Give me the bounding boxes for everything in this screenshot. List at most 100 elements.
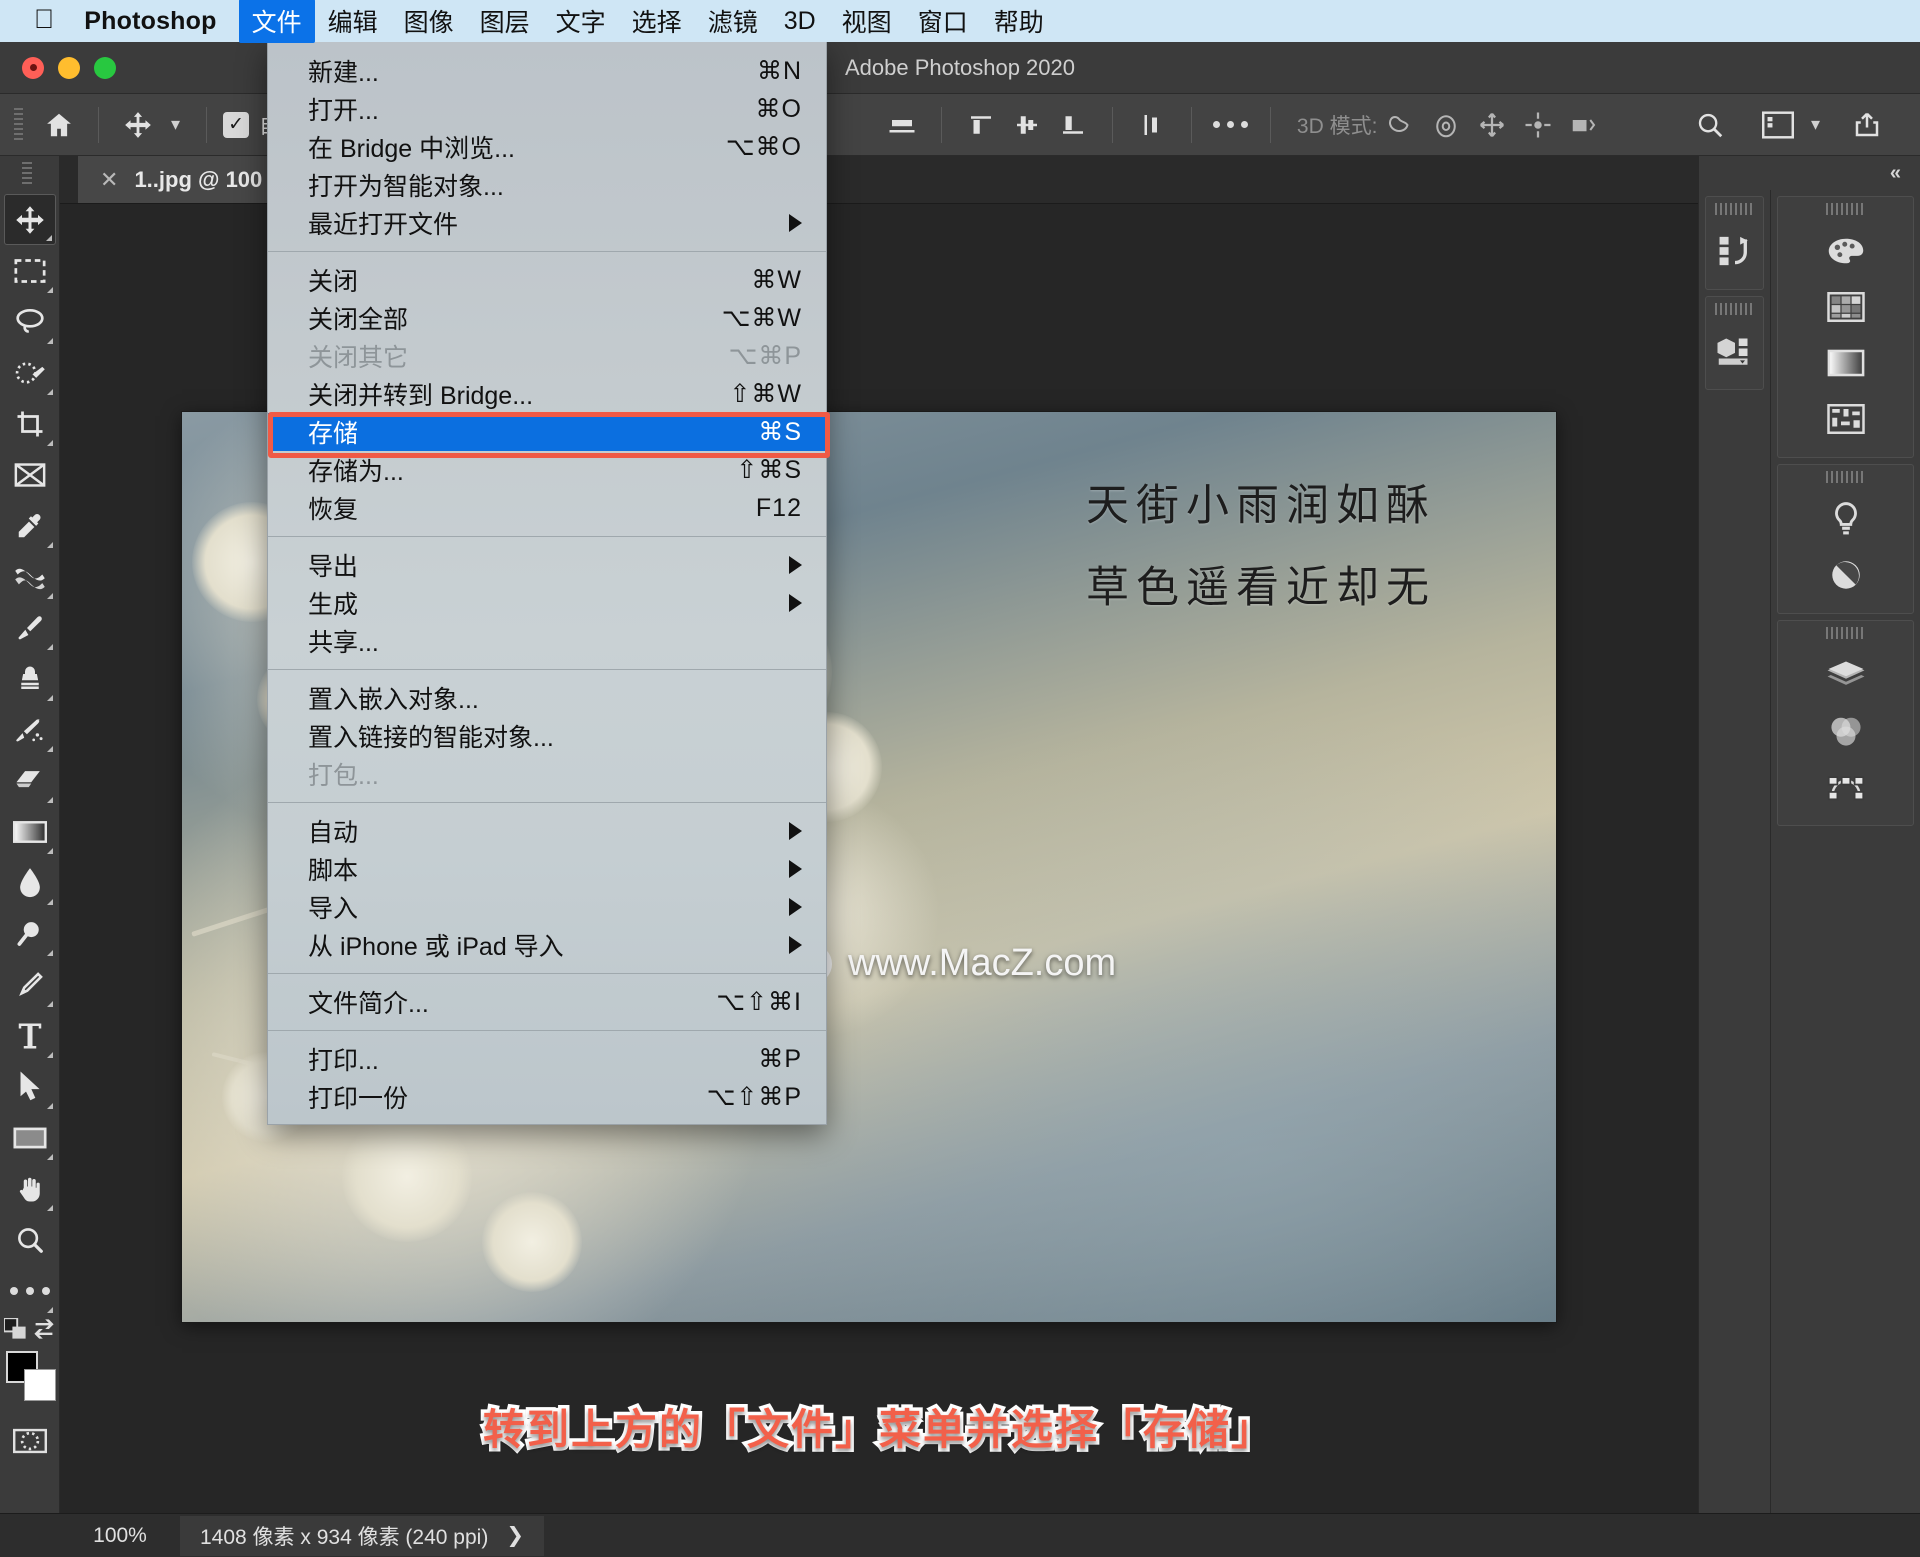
pen-tool[interactable] — [4, 959, 56, 1010]
ellipsis-icon[interactable] — [1208, 102, 1254, 148]
menu-item-close-all[interactable]: 关闭全部 ⌥⌘W — [268, 299, 826, 337]
collapse-panels-icon[interactable]: « — [1699, 156, 1920, 190]
paths-icon[interactable] — [1818, 759, 1874, 815]
menu-item-import[interactable]: 导入 — [268, 888, 826, 926]
panel-grip[interactable] — [1714, 203, 1755, 215]
quick-mask-icon[interactable] — [4, 1415, 56, 1466]
3d-pan-icon[interactable] — [1469, 102, 1515, 148]
menu-item-select[interactable]: 选择 — [619, 0, 695, 43]
color-swatches[interactable] — [4, 1349, 56, 1407]
history-brush-tool[interactable] — [4, 704, 56, 755]
layers-icon[interactable] — [1818, 647, 1874, 703]
menu-item-revert[interactable]: 恢复 F12 — [268, 489, 826, 527]
3d-rotate-icon[interactable] — [1377, 102, 1423, 148]
quick-selection-tool[interactable] — [4, 347, 56, 398]
app-name-label[interactable]: Photoshop — [84, 7, 216, 36]
home-icon[interactable] — [36, 102, 82, 148]
move-tool[interactable] — [3, 194, 56, 245]
distribute-horizontal-icon[interactable] — [1129, 102, 1175, 148]
menu-item-place-linked[interactable]: 置入链接的智能对象... — [268, 717, 826, 755]
align-vertical-centers-icon[interactable] — [1004, 102, 1050, 148]
menu-item-close[interactable]: 关闭 ⌘W — [268, 261, 826, 299]
file-menu-dropdown[interactable]: 新建... ⌘N 打开... ⌘O 在 Bridge 中浏览... ⌥⌘O 打开为智能… — [267, 42, 830, 1125]
3d-roll-icon[interactable] — [1423, 102, 1469, 148]
menu-item-filter[interactable]: 滤镜 — [695, 0, 771, 43]
dodge-tool[interactable] — [4, 908, 56, 959]
gradients-icon[interactable] — [1818, 335, 1874, 391]
color-palette-icon[interactable] — [1818, 223, 1874, 279]
panel-grip[interactable] — [1714, 303, 1755, 315]
history-icon[interactable] — [1707, 223, 1763, 279]
default-colors-icon[interactable] — [2, 1317, 28, 1345]
styles-icon[interactable] — [1818, 547, 1874, 603]
menu-item-image[interactable]: 图像 — [391, 0, 467, 43]
background-color-swatch[interactable] — [23, 1369, 56, 1401]
align-top-edges-icon[interactable] — [958, 102, 1004, 148]
chevron-down-icon[interactable]: ▾ — [161, 114, 190, 135]
rectangle-tool[interactable] — [4, 1112, 56, 1163]
type-tool[interactable] — [4, 1010, 56, 1061]
blur-tool[interactable] — [4, 857, 56, 908]
chevron-right-icon[interactable]: ❯ — [506, 1523, 524, 1548]
eyedropper-tool[interactable] — [4, 500, 56, 551]
brush-tool[interactable] — [4, 602, 56, 653]
menu-item-open[interactable]: 打开... ⌘O — [268, 90, 826, 128]
menu-item-3d[interactable]: 3D — [771, 3, 829, 40]
document-tab[interactable]: ✕ 1..jpg @ 100 — [78, 156, 286, 203]
workspace-icon[interactable] — [1755, 102, 1801, 148]
panel-grip[interactable] — [1825, 203, 1866, 215]
zoom-level[interactable]: 100% — [60, 1524, 180, 1548]
menu-item-type[interactable]: 文字 — [543, 0, 619, 43]
menu-item-view[interactable]: 视图 — [829, 0, 905, 43]
chevron-down-icon[interactable]: ▾ — [1801, 114, 1830, 135]
crop-tool[interactable] — [4, 398, 56, 449]
apple-logo-icon[interactable]:  — [34, 5, 54, 33]
options-bar-grip[interactable] — [12, 107, 26, 142]
menu-item-save[interactable]: 存储 ⌘S — [268, 413, 826, 451]
menu-item-place-embedded[interactable]: 置入嵌入对象... — [268, 679, 826, 717]
eraser-tool[interactable] — [4, 755, 56, 806]
close-icon[interactable]: ✕ — [100, 167, 118, 193]
3d-slide-icon[interactable] — [1515, 102, 1561, 148]
menu-item-edit[interactable]: 编辑 — [315, 0, 391, 43]
swap-colors-icon[interactable] — [32, 1318, 56, 1345]
menu-item-scripts[interactable]: 脚本 — [268, 850, 826, 888]
menu-item-new[interactable]: 新建... ⌘N — [268, 52, 826, 90]
patterns-icon[interactable] — [1818, 391, 1874, 447]
adjustments-icon[interactable] — [1818, 491, 1874, 547]
clone-stamp-tool[interactable] — [4, 653, 56, 704]
menu-item-save-as[interactable]: 存储为... ⇧⌘S — [268, 451, 826, 489]
path-selection-tool[interactable] — [4, 1061, 56, 1112]
3d-icon[interactable] — [1707, 323, 1763, 379]
menu-item-close-and-go-to-bridge[interactable]: 关闭并转到 Bridge... ⇧⌘W — [268, 375, 826, 413]
panel-grip[interactable] — [1825, 627, 1866, 639]
menu-item-import-from-iphone-or-ipad[interactable]: 从 iPhone 或 iPad 导入 — [268, 926, 826, 964]
panel-grip[interactable] — [1825, 471, 1866, 483]
edit-toolbar-button[interactable] — [4, 1265, 56, 1316]
menu-item-help[interactable]: 帮助 — [981, 0, 1057, 43]
frame-tool[interactable] — [4, 449, 56, 500]
menu-item-window[interactable]: 窗口 — [905, 0, 981, 43]
gradient-tool[interactable] — [4, 806, 56, 857]
menu-item-open-recent[interactable]: 最近打开文件 — [268, 204, 826, 242]
zoom-tool[interactable] — [4, 1214, 56, 1265]
lasso-tool[interactable] — [4, 296, 56, 347]
menu-item-export[interactable]: 导出 — [268, 546, 826, 584]
channels-icon[interactable] — [1818, 703, 1874, 759]
menu-item-automate[interactable]: 自动 — [268, 812, 826, 850]
menu-item-open-as-smart-object[interactable]: 打开为智能对象... — [268, 166, 826, 204]
menu-item-browse-in-bridge[interactable]: 在 Bridge 中浏览... ⌥⌘O — [268, 128, 826, 166]
tools-panel-grip[interactable] — [21, 162, 38, 186]
menu-item-share[interactable]: 共享... — [268, 622, 826, 660]
menu-item-generate[interactable]: 生成 — [268, 584, 826, 622]
auto-select-checkbox[interactable]: ✓ — [223, 111, 250, 138]
document-dimensions[interactable]: 1408 像素 x 934 像素 (240 ppi) ❯ — [180, 1515, 544, 1556]
align-bottom-icon[interactable] — [1050, 102, 1096, 148]
share-icon[interactable] — [1844, 102, 1890, 148]
healing-brush-tool[interactable] — [4, 551, 56, 602]
3d-camera-icon[interactable] — [1561, 102, 1607, 148]
menu-item-layer[interactable]: 图层 — [467, 0, 543, 43]
search-icon[interactable] — [1687, 102, 1733, 148]
marquee-tool[interactable] — [4, 245, 56, 296]
menu-item-print[interactable]: 打印... ⌘P — [268, 1040, 826, 1078]
